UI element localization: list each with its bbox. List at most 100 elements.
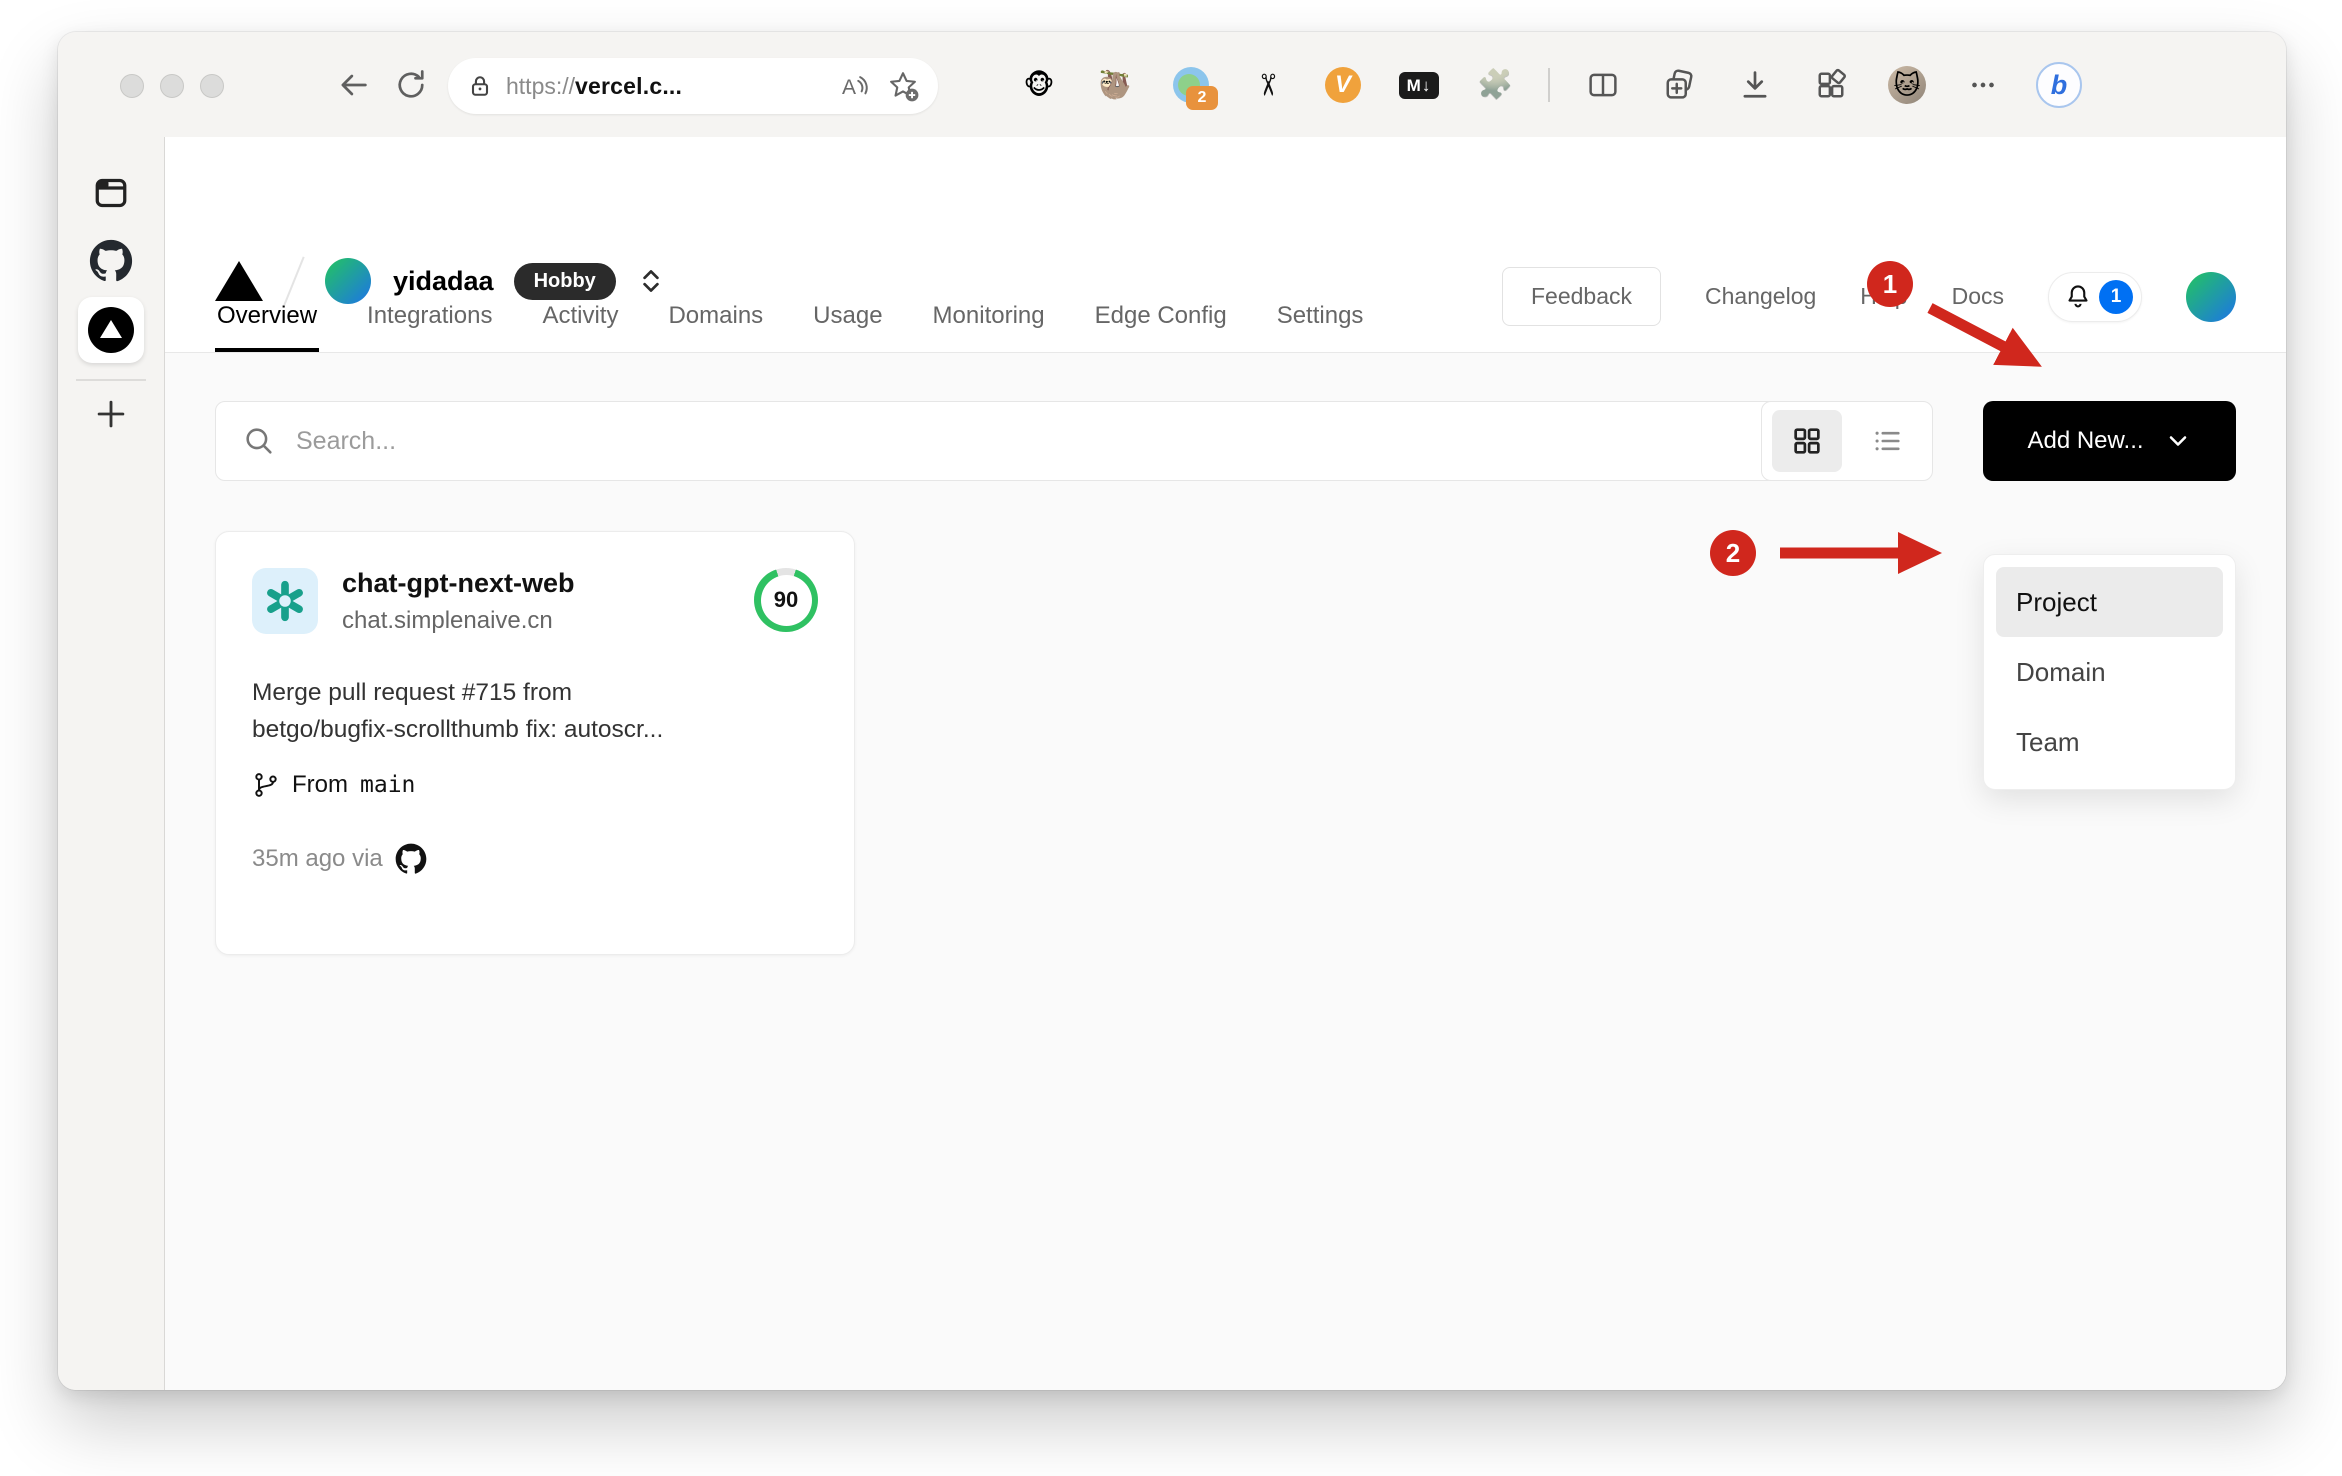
sloth-extension-icon[interactable]: 🦥 <box>1092 62 1138 108</box>
traffic-lights <box>120 74 224 98</box>
v-extension-icon[interactable]: V <box>1320 62 1366 108</box>
list-view-button[interactable] <box>1852 410 1922 472</box>
project-name[interactable]: chat-gpt-next-web <box>342 568 754 599</box>
add-new-label: Add New... <box>2027 427 2144 454</box>
zoom-window-button[interactable] <box>200 74 224 98</box>
chevron-down-icon <box>2169 436 2186 446</box>
vertical-tabs-sidebar <box>58 137 165 1390</box>
project-card[interactable]: chat-gpt-next-web chat.simplenaive.cn 90… <box>215 531 855 955</box>
github-icon <box>89 239 133 282</box>
view-toggle <box>1761 401 1933 481</box>
lock-icon <box>471 76 489 96</box>
openai-logo-icon <box>267 580 303 622</box>
settings-more-button[interactable] <box>1960 62 2006 108</box>
new-tab-button[interactable] <box>92 395 130 433</box>
puzzle-extensions-icon[interactable]: 🧩 <box>1472 62 1518 108</box>
notification-count-badge: 1 <box>2099 279 2133 314</box>
list-view-icon <box>1875 431 1900 451</box>
breadcrumb-slash <box>283 256 305 306</box>
score-value: 90 <box>760 574 812 626</box>
github-source-icon <box>395 843 427 874</box>
dropdown-item-project[interactable]: Project <box>1996 567 2223 637</box>
search-box[interactable] <box>215 401 1777 481</box>
url-host: vercel.c... <box>575 72 683 99</box>
tab-edge-config[interactable]: Edge Config <box>1093 302 1229 352</box>
changelog-link[interactable]: Changelog <box>1705 283 1816 310</box>
user-avatar[interactable] <box>2186 271 2236 322</box>
add-new-button[interactable]: Add New... <box>1983 401 2236 481</box>
search-input[interactable] <box>294 425 1750 457</box>
browser-toolbar: https://vercel.c... A 🐵 🦥 2 ✂ V M↓ 🧩 🐱 b <box>58 32 2286 137</box>
cat-avatar-icon: 🐱 <box>1888 66 1926 104</box>
tab-usage[interactable]: Usage <box>811 302 884 352</box>
commit-line-2: betgo/bugfix-scrollthumb fix: autoscr... <box>252 715 664 743</box>
git-branch-icon <box>255 772 277 797</box>
tab-panel-toggle[interactable] <box>91 173 131 213</box>
grid-view-button[interactable] <box>1772 410 1842 472</box>
plan-badge: Hobby <box>513 262 616 300</box>
extension-badge: 2 <box>1186 86 1218 110</box>
annotation-step-2: 2 <box>1710 530 1756 576</box>
tab-activity[interactable]: Activity <box>540 302 620 352</box>
back-button[interactable] <box>330 62 376 108</box>
add-new-dropdown: Project Domain Team <box>1983 554 2236 790</box>
url-text: https://vercel.c... <box>506 73 838 100</box>
url-scheme: https:// <box>506 72 576 99</box>
sidebar-divider <box>76 379 146 381</box>
branch-prefix: From <box>292 770 348 798</box>
tab-overview[interactable]: Overview <box>215 302 320 352</box>
reload-button[interactable] <box>388 62 434 108</box>
tab-settings[interactable]: Settings <box>1275 302 1366 352</box>
tab-domains[interactable]: Domains <box>666 302 765 352</box>
chevron-up-down-icon <box>643 270 659 292</box>
split-screen-icon[interactable] <box>1580 62 1626 108</box>
team-name[interactable]: yidadaa <box>393 266 494 297</box>
browser-essentials-icon[interactable] <box>1808 62 1854 108</box>
read-aloud-icon[interactable]: A <box>838 70 870 102</box>
dropdown-item-domain[interactable]: Domain <box>1996 637 2223 707</box>
collections-icon[interactable] <box>1656 62 1702 108</box>
grid-view-icon <box>1794 428 1820 454</box>
bing-icon: b <box>2036 62 2082 108</box>
score-ring[interactable]: 90 <box>754 568 818 632</box>
close-window-button[interactable] <box>120 74 144 98</box>
vercel-dashboard: yidadaa Hobby Feedback Changelog Help Do… <box>165 137 2286 1390</box>
bell-icon <box>2068 284 2088 307</box>
project-domain[interactable]: chat.simplenaive.cn <box>342 607 754 635</box>
tab-monitoring[interactable]: Monitoring <box>931 302 1047 352</box>
overview-content: Add New... Project Domain Team <box>165 353 2286 1390</box>
downloads-icon[interactable] <box>1732 62 1778 108</box>
feedback-button[interactable]: Feedback <box>1502 267 1662 326</box>
svg-text:A: A <box>842 76 856 99</box>
markdown-extension-icon[interactable]: M↓ <box>1396 62 1442 108</box>
notifications-button[interactable]: 1 <box>2048 271 2142 322</box>
tab-vercel-active[interactable] <box>78 297 144 363</box>
tab-integrations[interactable]: Integrations <box>365 302 494 352</box>
dashboard-header: yidadaa Hobby Feedback Changelog Help Do… <box>165 137 2286 353</box>
vercel-logo[interactable] <box>215 261 263 301</box>
tampermonkey-extension-icon[interactable]: 🐵 <box>1016 62 1062 108</box>
deploy-time: 35m ago via <box>252 844 383 872</box>
bing-chat-button[interactable]: b <box>2036 62 2082 108</box>
team-switcher-button[interactable] <box>634 264 668 298</box>
reload-icon <box>398 70 424 98</box>
search-icon <box>246 428 272 454</box>
dashboard-tabs: Overview Integrations Activity Domains U… <box>215 302 1365 352</box>
scissors-extension-icon[interactable]: ✂ <box>1244 62 1290 108</box>
profile-avatar[interactable]: 🐱 <box>1884 62 1930 108</box>
tab-github[interactable] <box>89 239 133 283</box>
address-bar[interactable]: https://vercel.c... A <box>448 58 938 114</box>
annotation-step-1: 1 <box>1867 261 1913 307</box>
team-avatar[interactable] <box>325 258 371 304</box>
commit-line-1: Merge pull request #715 from <box>252 679 573 706</box>
minimize-window-button[interactable] <box>160 74 184 98</box>
vercel-tab-icon <box>88 307 134 353</box>
docs-link[interactable]: Docs <box>1952 283 2004 310</box>
dropdown-item-team[interactable]: Team <box>1996 707 2223 777</box>
back-arrow-icon <box>341 74 367 96</box>
favorites-star-icon[interactable] <box>886 69 920 103</box>
proxy-extension-icon[interactable]: 2 <box>1168 62 1218 110</box>
branch-name: main <box>360 771 416 798</box>
toolbar-divider <box>1548 68 1550 102</box>
project-icon <box>252 568 318 634</box>
